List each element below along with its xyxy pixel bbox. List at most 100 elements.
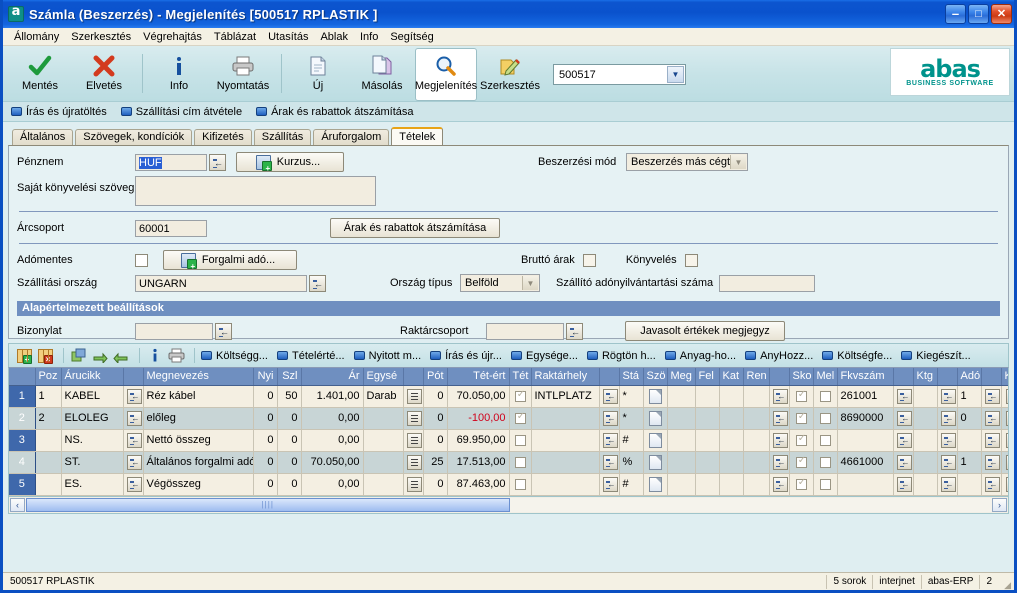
cell-arucikk[interactable]: KABEL [61,385,124,408]
row-lookup-button[interactable]: ← [126,476,142,492]
column-header-raktarhely[interactable]: Raktárhely [531,368,600,386]
cell-nyi[interactable]: 0 [253,451,278,474]
cell-sko[interactable] [789,451,814,474]
tab-tetelek[interactable]: Tételek [391,127,444,145]
cell-pot[interactable]: 25 [423,451,448,474]
table-switch-koltsegfe[interactable]: Költségfe... [822,350,892,362]
toolbar-button-nyomtatas[interactable]: Nyomtatás [212,48,274,101]
toolbar-button-uj[interactable]: Új [287,48,349,101]
cell-ktg[interactable] [913,451,938,474]
cell-sko[interactable] [789,407,814,430]
column-header-sko[interactable]: Sko [789,368,814,386]
cell-fel[interactable] [695,429,720,452]
table-switch-kiegeszit[interactable]: Kiegészít... [901,350,971,362]
cell-szl[interactable]: 0 [277,407,302,430]
cell-megnevezes[interactable]: Réz kábel [143,385,254,408]
cell-ado[interactable] [957,473,982,496]
cell-egyse[interactable] [363,451,404,474]
mel-checkbox[interactable] [819,390,831,402]
cell-arucikk-lookup[interactable]: ← [123,473,144,496]
menu-item-allomany[interactable]: Állomány [8,30,65,44]
column-header-fel[interactable]: Fel [695,368,720,386]
cell-fkvszam[interactable] [837,473,894,496]
chevron-down-icon[interactable]: ▼ [667,66,684,83]
row-list-button[interactable] [1005,410,1008,426]
gross-prices-checkbox[interactable] [582,253,596,267]
warehouse-group-field[interactable] [486,322,564,340]
scrollbar-track[interactable]: |||| [25,497,992,512]
cell-ktg-lookup[interactable]: ← [937,451,958,474]
table-switch-rogton-h[interactable]: Rögtön h... [586,350,656,362]
cell-sta[interactable]: % [619,451,644,474]
cell-fkvszam[interactable]: 8690000 [837,407,894,430]
tab-szovegek-kondiciok[interactable]: Szövegek, kondíciók [75,129,193,145]
row-number-cell[interactable]: 1 [9,385,36,408]
cell-fkvszam[interactable] [837,429,894,452]
row-note-icon[interactable] [648,432,662,448]
cell-poz[interactable] [35,473,62,496]
cell-szl[interactable]: 0 [277,429,302,452]
cell-ren[interactable] [743,473,770,496]
menu-item-segitseg[interactable]: Segítség [384,30,439,44]
cell-kat[interactable] [719,385,744,408]
table-row[interactable]: 4 ST. ← Általános forgalmi adó 0 0 70.050,00 25… [9,451,1008,474]
voucher-lookup-button[interactable]: ← [215,322,232,340]
cell-megnevezes[interactable]: Végösszeg [143,473,254,496]
row-lookup-button[interactable]: ← [772,454,788,470]
table-switch-tetelerte[interactable]: Tételérté... [276,350,345,362]
cell-arucikk[interactable]: NS. [61,429,124,452]
cell-arucikk-lookup[interactable]: ← [123,451,144,474]
move-up-icon[interactable] [91,347,109,365]
row-lookup-button[interactable]: ← [126,388,142,404]
row-list-button[interactable] [406,432,422,448]
cell-tet[interactable] [509,385,532,408]
column-header-tet[interactable]: Tét [509,368,532,386]
column-header-fkvszam[interactable]: Fkvszám [837,368,894,386]
cell-mel[interactable] [813,429,838,452]
cell-arucikk-lookup[interactable]: ← [123,407,144,430]
cell-egyse[interactable] [363,429,404,452]
cell-egyse-list[interactable] [403,451,424,474]
column-header-fkvszam_btn[interactable] [893,368,914,386]
cell-raktarhely-lookup[interactable]: ← [599,429,620,452]
recalculate-prices-button[interactable]: Árak és rabattok átszámítása [330,218,500,238]
action-switch-arak-es-rabattok[interactable]: Árak és rabattok átszámítása [256,106,414,118]
cell-egyse-list[interactable] [403,429,424,452]
cell-kes[interactable] [1001,473,1008,496]
cell-ktg-lookup[interactable]: ← [937,407,958,430]
cell-ren-lookup[interactable]: ← [769,473,790,496]
row-lookup-button[interactable]: ← [940,388,956,404]
column-header-kes[interactable]: Kés [1001,368,1008,386]
cell-ktg-lookup[interactable]: ← [937,385,958,408]
column-header-ado_btn[interactable] [981,368,1002,386]
scroll-left-button[interactable]: ‹ [10,497,25,512]
column-header-ado[interactable]: Adó [957,368,982,386]
cell-meg[interactable] [667,473,696,496]
cell-raktarhely-lookup[interactable]: ← [599,473,620,496]
cell-megnevezes[interactable]: Általános forgalmi adó [143,451,254,474]
cell-kat[interactable] [719,451,744,474]
column-header-egyse[interactable]: Egysé [363,368,404,386]
cell-raktarhely-lookup[interactable]: ← [599,451,620,474]
table-switch-anyhozz[interactable]: AnyHozz... [745,350,813,362]
cell-sko[interactable] [789,473,814,496]
cell-arucikk[interactable]: ST. [61,451,124,474]
cell-fkvszam-lookup[interactable]: ← [893,429,914,452]
delete-row-icon[interactable]: × [36,347,54,365]
mel-checkbox[interactable] [819,478,831,490]
sko-checkbox[interactable] [795,389,808,402]
cell-tet-ert[interactable]: -100,00 [447,407,510,430]
suggested-values-button[interactable]: Javasolt értékek megjegyz [625,321,785,341]
cell-tet-ert[interactable]: 87.463,00 [447,473,510,496]
column-header-ren[interactable]: Ren [743,368,770,386]
tet-checkbox[interactable] [514,478,526,490]
tab-szallitas[interactable]: Szállítás [253,129,312,145]
table-switch-koltsegg[interactable]: Költségg... [201,350,268,362]
row-lookup-button[interactable]: ← [984,388,1000,404]
row-lookup-button[interactable]: ← [126,432,142,448]
row-lookup-button[interactable]: ← [602,388,618,404]
toolbar-button-elvetes[interactable]: Elvetés [73,48,135,101]
table-row[interactable]: 5ES.←Végösszeg000,00087.463,00←#←←←← [9,473,1008,496]
cell-szl[interactable]: 0 [277,473,302,496]
column-header-pot[interactable]: Pót [423,368,448,386]
